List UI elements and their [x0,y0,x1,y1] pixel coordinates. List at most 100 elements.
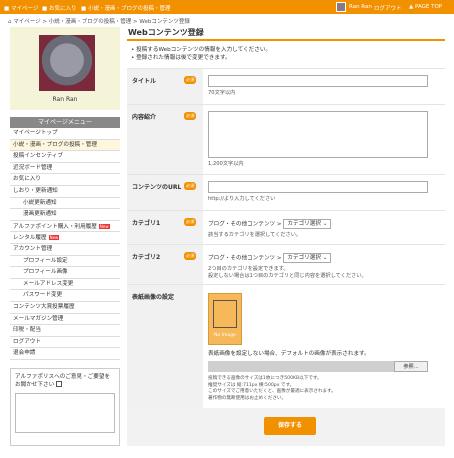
url-label: コンテンツのURL 必須 [127,175,203,210]
cat1-label: カテゴリ1 必須 [127,211,203,244]
required-badge: 必須 [184,112,197,120]
no-image-placeholder: No Image [208,293,242,345]
cat1-select[interactable]: カテゴリ選択 ⌄ [283,219,332,229]
sidebar-item-label: お気に入り [13,176,41,183]
breadcrumb-text: マイページ > 小説・漫画・ブログの投稿・管理 > Webコンテンツ登録 [13,19,190,25]
sidebar-item-label: 退会申請 [13,350,36,357]
save-button[interactable]: 保存する [264,417,316,435]
sidebar-item-label: ログアウト [13,338,41,345]
sidebar-item-label: パスワード変更 [23,292,63,299]
url-row: コンテンツのURL 必須 http://より入力してください [127,174,445,210]
sidebar-item[interactable]: 印税・配当 [10,325,120,337]
logo-icon [213,300,237,328]
expand-icon[interactable] [56,381,63,388]
topbar-link-mypage[interactable]: ■ マイページ [4,4,38,12]
avatar[interactable] [336,2,346,12]
topbar-user-name[interactable]: Ran Ran [349,4,372,10]
note-line: • 登録された情報は後で変更できます。 [131,55,231,61]
sidebar-item[interactable]: 近況ボード管理 [10,163,120,175]
sidebar-item[interactable]: しおり・更新通知 [10,186,120,198]
sidebar-item-label: マイページトップ [13,130,58,136]
no-image-label: No Image [214,333,236,338]
intro-label: 内容紹介 必須 [127,105,203,174]
sidebar-item-label: アルファポイント購入・利用履歴 [13,223,97,230]
sidebar-item-label: 漫画更新通知 [23,211,57,218]
url-input[interactable] [208,181,428,193]
main-content: Webコンテンツ登録 • 投稿するWebコンテンツの情報を入力してください。 •… [127,27,445,446]
topbar-link-mypage-label: マイページ [10,6,39,12]
url-field: http://より入力してください [208,175,445,208]
profile-photo[interactable] [39,35,95,91]
required-badge: 必須 [184,76,197,84]
note-text: 投稿するWebコンテンツの情報を入力してください。 [136,47,272,53]
sidebar-item[interactable]: 退会申請 [10,348,120,360]
title-input[interactable] [208,75,428,87]
sidebar-item[interactable]: パスワード変更 [10,290,120,302]
profile-card: Ran Ran [10,27,120,110]
page-title: Webコンテンツ登録 [127,27,445,41]
logout-link[interactable]: ログアウト [374,4,402,12]
title-label-text: タイトル [132,78,157,85]
submit-area: 保存する [127,408,445,446]
sidebar-item-label: メールアドレス変更 [23,280,74,287]
sidebar-item[interactable]: 投稿インセンティブ [10,151,120,163]
sidebar-item[interactable]: レンタル履歴 New [10,232,120,244]
new-badge: New [48,235,60,241]
sidebar-item[interactable]: アルファポイント購入・利用履歴 New [10,221,120,233]
caret-up-icon: ▲ [409,4,414,10]
sidebar-item[interactable]: 小説・漫画・ブログの投稿・管理 [10,139,120,152]
cat2-primary: ブログ・その他コンテンツ [208,255,276,262]
sidebar-item[interactable]: ログアウト [10,337,120,349]
title-field: 70文字以内 [208,69,445,102]
sidebar-item[interactable]: メールマガジン管理 [10,314,120,326]
title-row: タイトル 必須 70文字以内 [127,68,445,104]
required-badge: 必須 [184,182,197,190]
sidebar-item-label: レンタル履歴 [13,235,47,242]
title-label: タイトル 必須 [127,69,203,104]
sidebar-item-label: アカウント管理 [13,245,53,252]
browse-button[interactable]: 参照... [394,361,428,372]
cat2-row: カテゴリ2 必須 ブログ・その他コンテンツ > カテゴリ選択 ⌄ 2つ目のカテゴリ… [127,244,445,284]
sidebar-menu: マイページトップ小説・漫画・ブログの投稿・管理 投稿インセンティブ 近況ボード管理お… [10,128,120,360]
sidebar-item[interactable]: お気に入り [10,174,120,186]
sidebar-item[interactable]: アカウント管理 [10,244,120,256]
topbar-link-manage[interactable]: ■ 小説・漫画・ブログの投稿・管理 [81,4,170,12]
cat2-hint-1: 2つ目のカテゴリを設定できます。 [208,266,289,272]
cover-note: 表紙画像を設定しない場合、デフォルトの画像が表示されます。 [208,351,370,357]
sidebar-item[interactable]: コンテンツ大賞投票履歴 [10,302,120,314]
top-bar: ■ マイページ ■ お気に入り ■ 小説・漫画・ブログの投稿・管理 Ran Ra… [0,0,454,14]
cat1-hint: 該当するカテゴリを選択してください。 [208,232,302,238]
cat2-field: ブログ・その他コンテンツ > カテゴリ選択 ⌄ 2つ目のカテゴリを設定できます。… [208,245,445,285]
form: タイトル 必須 70文字以内 内容紹介 必須 1,200文字以内 コンテンツのURL… [127,68,445,408]
sidebar-item-label: プロフィール画像 [23,269,68,276]
cat1-select-value: カテゴリ選択 [287,221,321,227]
sidebar-item-label: 印税・配当 [13,327,41,334]
breadcrumb: ⌂ マイページ > 小説・漫画・ブログの投稿・管理 > Webコンテンツ登録 [8,17,190,25]
cat1-selects: ブログ・その他コンテンツ > カテゴリ選択 ⌄ [208,219,445,229]
cover-label: 表紙画像の設定 [127,285,203,408]
feedback-textarea[interactable] [15,392,115,433]
title-hint: 70文字以内 [208,90,236,96]
feedback-text: アルファポリスへのご意見・ご要望をお聞かせ下さい [15,373,111,388]
intro-textarea[interactable] [208,111,428,158]
sidebar-item[interactable]: プロフィール画像 [10,267,120,279]
topbar-link-favorites-label: お気に入り [48,6,77,12]
intro-field: 1,200文字以内 [208,105,445,173]
topbar-link-favorites[interactable]: ■ お気に入り [42,4,76,12]
sidebar-item[interactable]: メールアドレス変更 [10,279,120,291]
file-path-field[interactable] [208,361,394,372]
page-top-link[interactable]: ▲ PAGE TOP [409,4,442,10]
sidebar-item[interactable]: 漫画更新通知 [10,209,120,221]
cover-field: No Image 表紙画像を設定しない場合、デフォルトの画像が表示されます。 参… [208,285,445,407]
feedback-box: アルファポリスへのご意見・ご要望をお聞かせ下さい [10,367,120,446]
sidebar-item[interactable]: 小説更新通知 [10,198,120,210]
required-badge: 必須 [184,252,197,260]
sidebar-item[interactable]: プロフィール設定 [10,256,120,268]
home-icon: ⌂ [8,19,12,25]
sidebar-item[interactable]: マイページトップ [10,128,120,140]
intro-row: 内容紹介 必須 1,200文字以内 [127,104,445,174]
cat2-select-value: カテゴリ選択 [287,255,321,261]
note-text: 登録された情報は後で変更できます。 [136,55,231,61]
url-hint: http://より入力してください [208,196,276,202]
cat2-select[interactable]: カテゴリ選択 ⌄ [283,253,332,263]
